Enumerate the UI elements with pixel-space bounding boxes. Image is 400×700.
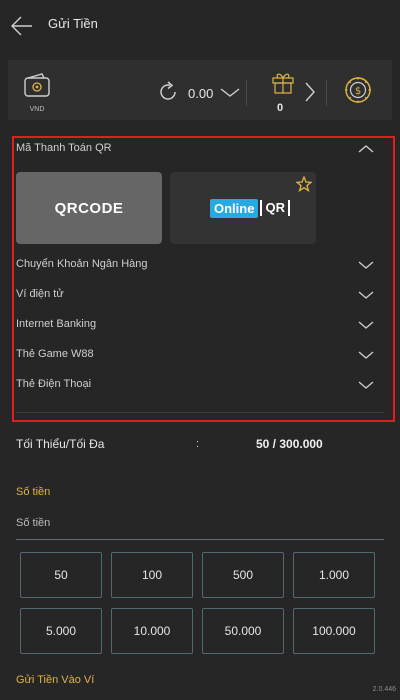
chevron-down-icon (358, 291, 374, 299)
chevron-down-icon (220, 88, 240, 97)
qr-label: QR (260, 200, 290, 216)
section-label: Ví điện tử (16, 288, 64, 300)
section-internet-banking[interactable]: Internet Banking (16, 313, 378, 337)
divider (326, 80, 327, 106)
chevron-down-icon (358, 381, 374, 389)
divider (16, 412, 384, 413)
section-label: Internet Banking (16, 318, 97, 330)
section-label: Thẻ Điện Thoại (16, 378, 92, 390)
amount-preset-button[interactable]: 100 (111, 552, 193, 598)
amount-preset-button[interactable]: 5.000 (20, 608, 102, 654)
section-qr-payment[interactable]: Mã Thanh Toán QR (16, 137, 378, 161)
arrow-left-icon (11, 16, 32, 36)
wallet-icon (22, 72, 52, 102)
page-title: Gửi Tiền (48, 16, 98, 31)
amount-preset-button[interactable]: 1.000 (293, 552, 375, 598)
refresh-button[interactable] (156, 80, 180, 104)
amount-input[interactable] (16, 506, 384, 540)
limit-value: 50 / 300.000 (256, 437, 323, 451)
gift-count: 0 (277, 102, 284, 114)
method-qrcode[interactable]: QRCODE (16, 172, 162, 244)
chevron-right-icon (305, 82, 315, 102)
section-label: Thẻ Game W88 (16, 348, 94, 360)
chevron-down-icon (358, 351, 374, 359)
limit-colon: : (196, 438, 200, 450)
amount-preset-button[interactable]: 50 (20, 552, 102, 598)
gift-next[interactable] (304, 82, 316, 102)
balance-bar: VND 0.00 0 $ (8, 60, 392, 120)
refresh-icon (160, 81, 176, 100)
online-qr-logo: Online QR (210, 198, 290, 218)
limit-label: Tối Thiểu/Tối Đa (16, 437, 105, 451)
chevron-down-icon (358, 321, 374, 329)
svg-text:$: $ (355, 86, 361, 97)
amount-preset-button[interactable]: 500 (202, 552, 284, 598)
section-phone-card[interactable]: Thẻ Điện Thoại (16, 373, 378, 397)
gift-button[interactable] (271, 70, 295, 94)
section-bank-transfer[interactable]: Chuyển Khoản Ngân Hàng (16, 253, 378, 277)
lucky-wheel-button[interactable]: $ (343, 75, 373, 105)
header: Gửi Tiền (0, 0, 400, 50)
section-e-wallet[interactable]: Ví điện tử (16, 283, 378, 307)
amount-preset-button[interactable]: 10.000 (111, 608, 193, 654)
balance-value: 0.00 (188, 86, 214, 101)
chevron-down-icon (358, 261, 374, 269)
balance-dropdown[interactable] (220, 87, 240, 99)
qrcode-logo-text: QRCODE (54, 200, 124, 217)
app-version: 2.0.446 (372, 686, 396, 693)
online-label: Online (210, 198, 259, 218)
method-online-qr[interactable]: Online QR (170, 172, 316, 244)
chevron-up-icon (358, 145, 374, 153)
divider (246, 80, 247, 106)
section-game-card[interactable]: Thẻ Game W88 (16, 343, 378, 367)
amount-preset-button[interactable]: 100.000 (293, 608, 375, 654)
deposit-to-wallet-label: Gửi Tiền Vào Ví (16, 674, 95, 686)
lucky-wheel-icon: $ (345, 77, 371, 103)
section-label: Mã Thanh Toán QR (16, 142, 112, 154)
back-button[interactable] (10, 14, 34, 38)
currency-label: VND (29, 106, 45, 113)
amount-title: Số tiền (16, 486, 51, 498)
amount-preset-button[interactable]: 50.000 (202, 608, 284, 654)
section-label: Chuyển Khoản Ngân Hàng (16, 258, 148, 270)
star-icon (296, 176, 312, 192)
gift-icon (272, 73, 294, 94)
